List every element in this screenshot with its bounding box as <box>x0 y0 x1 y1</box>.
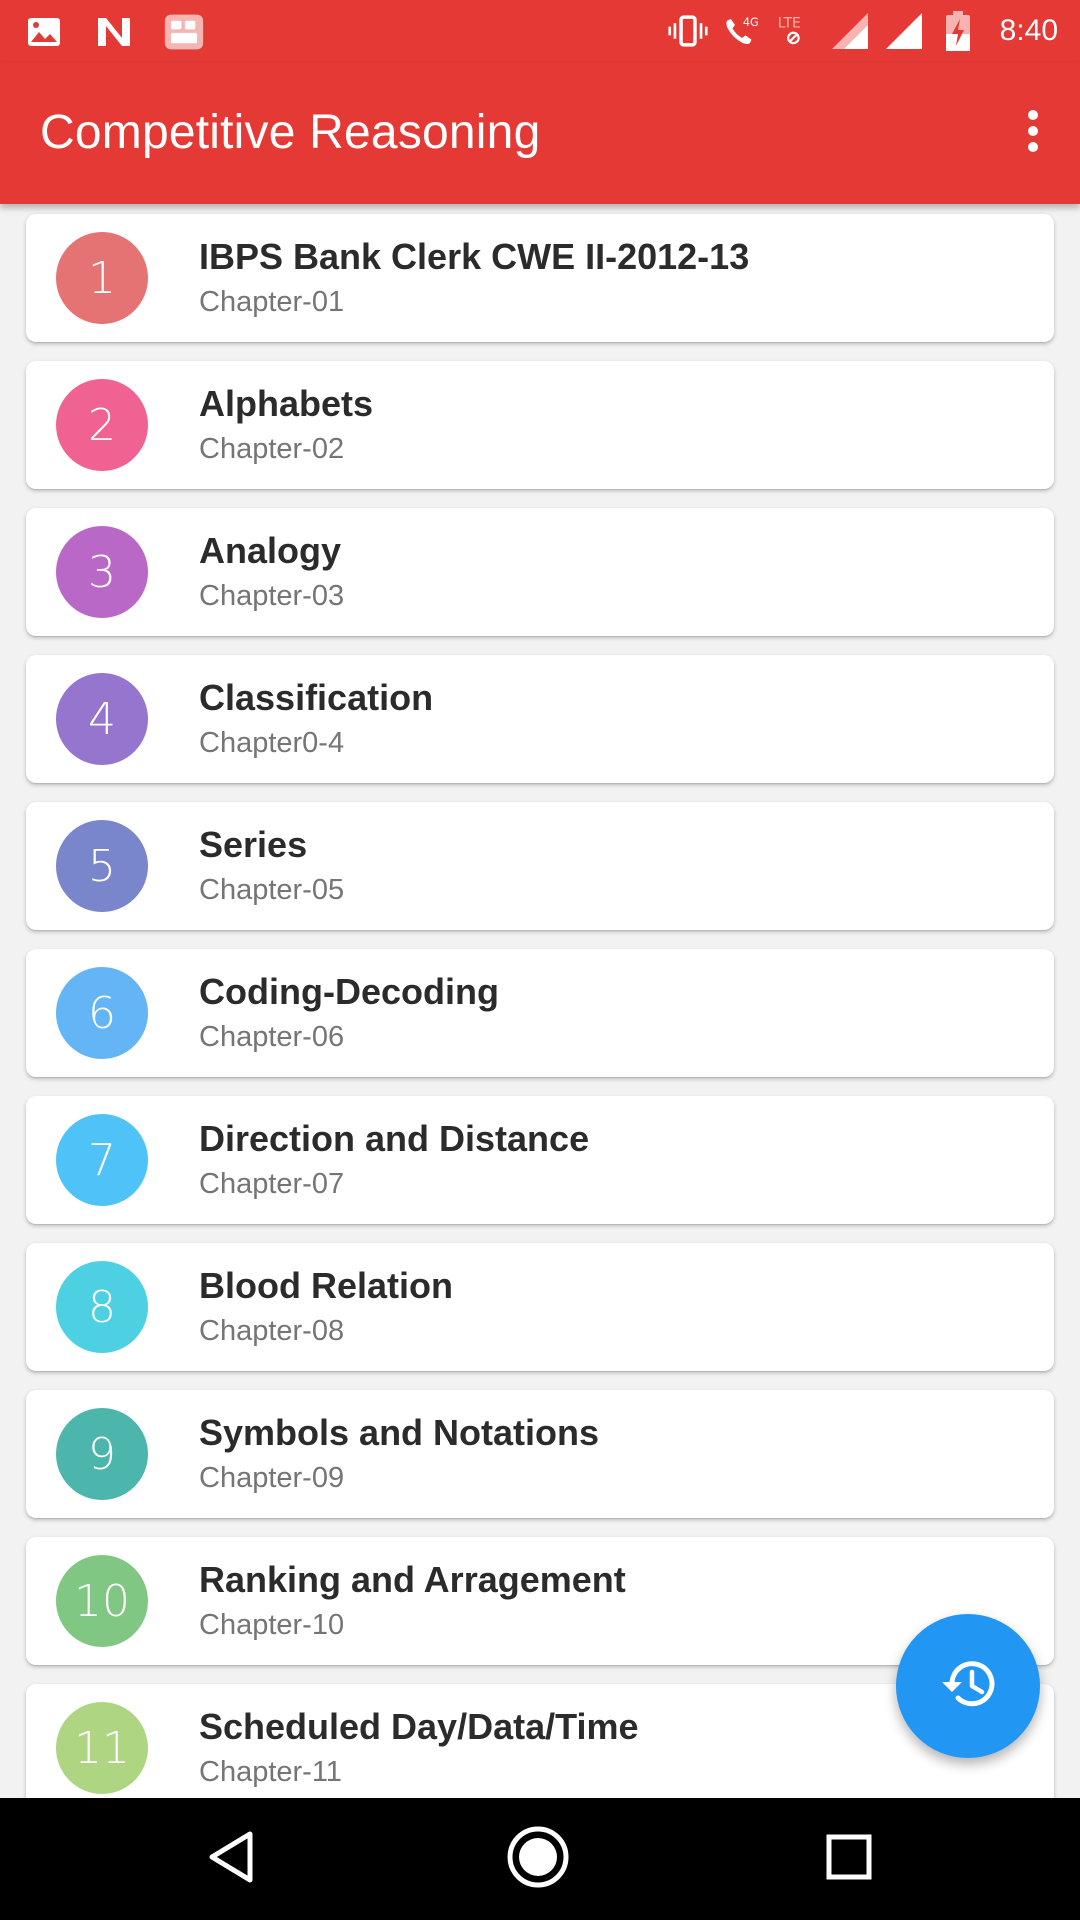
chapter-subtitle: Chapter0-4 <box>199 727 345 759</box>
chapter-number-badge: 11 <box>56 1702 148 1794</box>
home-button[interactable] <box>503 1824 573 1894</box>
chapter-card[interactable]: 4 Classification Chapter0-4 <box>26 655 1054 783</box>
recents-button[interactable] <box>814 1824 884 1894</box>
chapter-card[interactable]: 3 Analogy Chapter-03 <box>26 508 1054 636</box>
chapter-number-badge: 10 <box>56 1555 148 1647</box>
chapter-subtitle: Chapter-11 <box>199 1756 342 1788</box>
more-options-button[interactable] <box>1008 103 1058 163</box>
chapter-title: Classification <box>199 677 434 718</box>
lte-icon: LTE <box>776 8 816 54</box>
chapter-card[interactable]: 5 Series Chapter-05 <box>26 802 1054 930</box>
app-bar: Competitive Reasoning <box>0 63 1080 204</box>
chapter-title: Direction and Distance <box>199 1118 590 1159</box>
chapter-card[interactable]: 9 Symbols and Notations Chapter-09 <box>26 1390 1054 1518</box>
battery-charging-icon <box>938 8 978 54</box>
chapter-number-badge: 3 <box>56 526 148 618</box>
chapter-number-badge: 5 <box>56 820 148 912</box>
chapter-card[interactable]: 8 Blood Relation Chapter-08 <box>26 1243 1054 1371</box>
chapter-number-badge: 2 <box>56 379 148 471</box>
chapter-title: Ranking and Arragement <box>199 1559 626 1600</box>
chapter-card[interactable]: 10 Ranking and Arragement Chapter-10 <box>26 1537 1054 1665</box>
vibrate-icon <box>668 8 708 54</box>
chapter-list[interactable]: 1 IBPS Bank Clerk CWE II-2012-13 Chapter-0… <box>0 204 1080 1798</box>
recents-icon <box>826 1834 872 1885</box>
chapter-card[interactable]: 1 IBPS Bank Clerk CWE II-2012-13 Chapter-0… <box>26 214 1054 342</box>
chapter-card[interactable]: 7 Direction and Distance Chapter-07 <box>26 1096 1054 1224</box>
navigation-bar <box>0 1798 1080 1920</box>
chapter-number-badge: 1 <box>56 232 148 324</box>
page-title: Competitive Reasoning <box>40 106 541 159</box>
chapter-card[interactable]: 2 Alphabets Chapter-02 <box>26 361 1054 489</box>
status-time: 8:40 <box>999 14 1058 47</box>
back-icon <box>206 1830 256 1889</box>
chapter-subtitle: Chapter-08 <box>199 1315 345 1347</box>
chapter-number-badge: 8 <box>56 1261 148 1353</box>
call-4g-icon: 4G <box>722 8 762 54</box>
image-icon <box>24 9 64 55</box>
chapter-card[interactable]: 6 Coding-Decoding Chapter-06 <box>26 949 1054 1077</box>
grid-app-icon <box>164 9 204 55</box>
chapter-number-badge: 7 <box>56 1114 148 1206</box>
chapter-title: Series <box>199 824 308 865</box>
chapter-number-badge: 6 <box>56 967 148 1059</box>
chapter-subtitle: Chapter-06 <box>199 1021 345 1053</box>
chapter-subtitle: Chapter-07 <box>199 1168 345 1200</box>
status-bar: 4G LTE 8:40 <box>0 0 1080 63</box>
chapter-title: Symbols and Notations <box>199 1412 600 1453</box>
n-app-icon <box>94 9 134 55</box>
chapter-title: Alphabets <box>199 383 374 424</box>
chapter-subtitle: Chapter-03 <box>199 580 345 612</box>
svg-text:LTE: LTE <box>777 16 800 32</box>
chapter-number-badge: 4 <box>56 673 148 765</box>
chapter-subtitle: Chapter-10 <box>199 1609 345 1641</box>
chapter-subtitle: Chapter-09 <box>199 1462 345 1494</box>
signal-full-icon <box>884 8 924 54</box>
chapter-number-badge: 9 <box>56 1408 148 1500</box>
history-button[interactable] <box>896 1614 1040 1758</box>
back-button[interactable] <box>196 1824 266 1894</box>
chapter-title: IBPS Bank Clerk CWE II-2012-13 <box>199 236 750 277</box>
signal-icon <box>830 8 870 54</box>
history-icon <box>938 1656 998 1717</box>
chapter-title: Coding-Decoding <box>199 971 499 1012</box>
chapter-title: Scheduled Day/Data/Time <box>199 1706 639 1747</box>
chapter-subtitle: Chapter-02 <box>199 433 345 465</box>
svg-text:4G: 4G <box>742 16 758 29</box>
chapter-subtitle: Chapter-01 <box>199 286 345 318</box>
chapter-title: Blood Relation <box>199 1265 453 1306</box>
chapter-title: Analogy <box>199 530 342 571</box>
home-icon <box>506 1825 570 1894</box>
more-vert-icon <box>1026 109 1040 158</box>
chapter-subtitle: Chapter-05 <box>199 874 345 906</box>
